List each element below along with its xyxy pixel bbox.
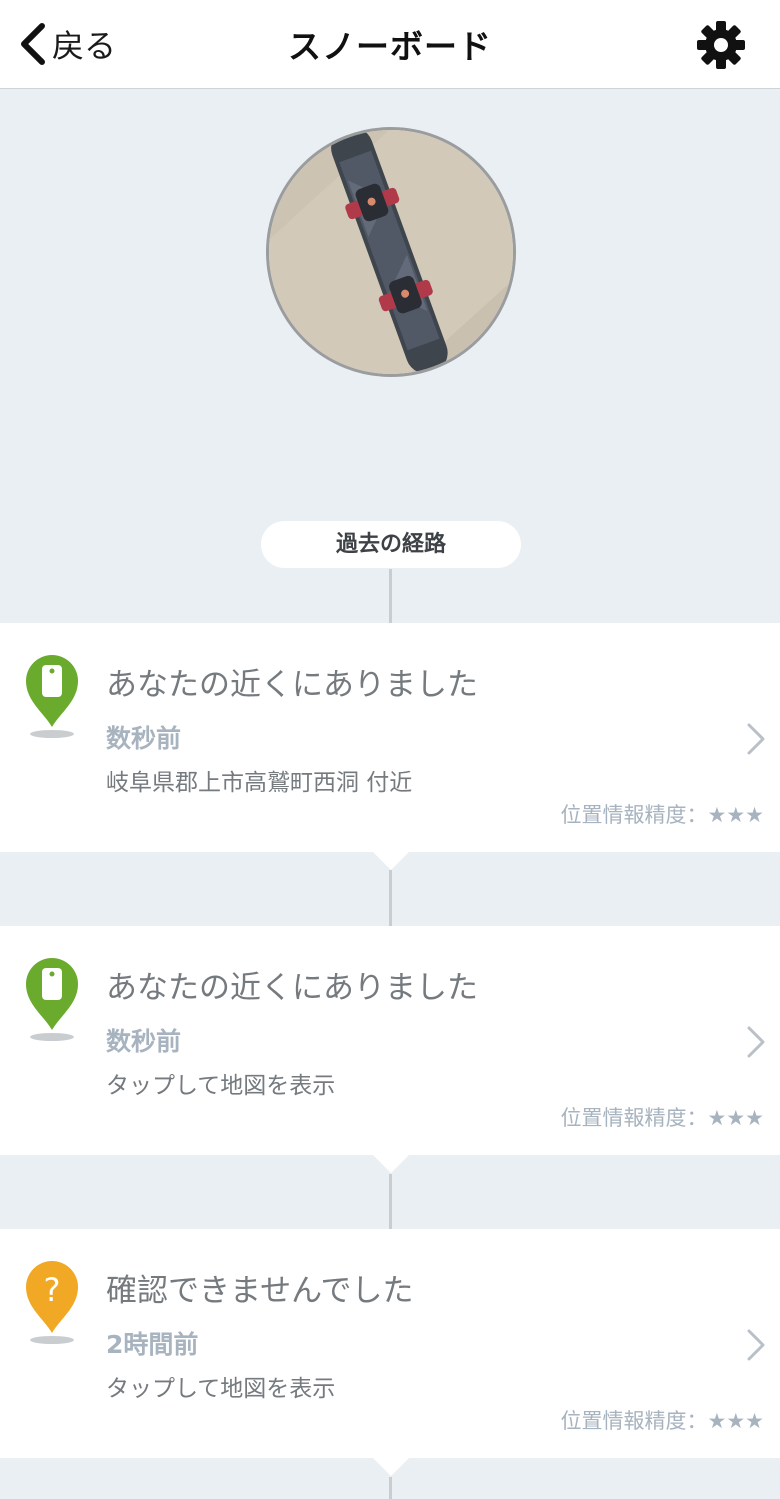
- record-title: あなたの近くにありました: [106, 970, 478, 1006]
- orange-question-pin-icon: ?: [26, 1261, 78, 1344]
- item-header: 過去の経路: [0, 89, 780, 623]
- record-title: あなたの近くにありました: [106, 667, 478, 703]
- location-record[interactable]: あなたの近くにありました 数秒前 岐阜県郡上市高鷲町西洞 付近 位置情報精度：★…: [0, 623, 780, 870]
- record-location: タップして地図を表示: [106, 1073, 336, 1099]
- timeline-line: [389, 870, 392, 926]
- timeline-line: [389, 569, 392, 623]
- card-notch: [373, 852, 409, 870]
- green-tag-pin-icon: [26, 958, 78, 1041]
- location-record[interactable]: あなたの近くにありました 数秒前 タップして地図を表示 位置情報精度：★★★: [0, 926, 780, 1173]
- snowboard-image: [269, 130, 513, 374]
- gear-icon[interactable]: [696, 20, 746, 70]
- page-title: スノーボード: [288, 27, 492, 66]
- timeline-line: [389, 1174, 392, 1230]
- record-location: 岐阜県郡上市高鷲町西洞 付近: [106, 770, 413, 796]
- record-location: タップして地図を表示: [106, 1376, 336, 1402]
- record-title: 確認できませんでした: [106, 1273, 414, 1309]
- svg-text:?: ?: [44, 1271, 61, 1309]
- history-label: 過去の経路: [261, 521, 521, 568]
- location-record[interactable]: ? 確認できませんでした 2時間前 タップして地図を表示 位置情報精度：★★★: [0, 1229, 780, 1476]
- card-notch: [373, 1458, 409, 1476]
- record-time: 数秒前: [106, 724, 182, 753]
- accuracy-rating: 位置情報精度：★★★: [560, 803, 764, 827]
- item-photo: [266, 127, 516, 377]
- nav-bar: 戻る スノーボード: [0, 0, 780, 89]
- green-tag-pin-icon: [26, 655, 78, 738]
- chevron-right-icon: [747, 1329, 765, 1361]
- timeline-line: [389, 1477, 392, 1499]
- chevron-right-icon: [747, 1026, 765, 1058]
- accuracy-rating: 位置情報精度：★★★: [560, 1409, 764, 1433]
- chevron-right-icon: [747, 723, 765, 755]
- accuracy-rating: 位置情報精度：★★★: [560, 1106, 764, 1130]
- record-time: 数秒前: [106, 1027, 182, 1056]
- record-time: 2時間前: [106, 1330, 199, 1359]
- card-notch: [373, 1155, 409, 1173]
